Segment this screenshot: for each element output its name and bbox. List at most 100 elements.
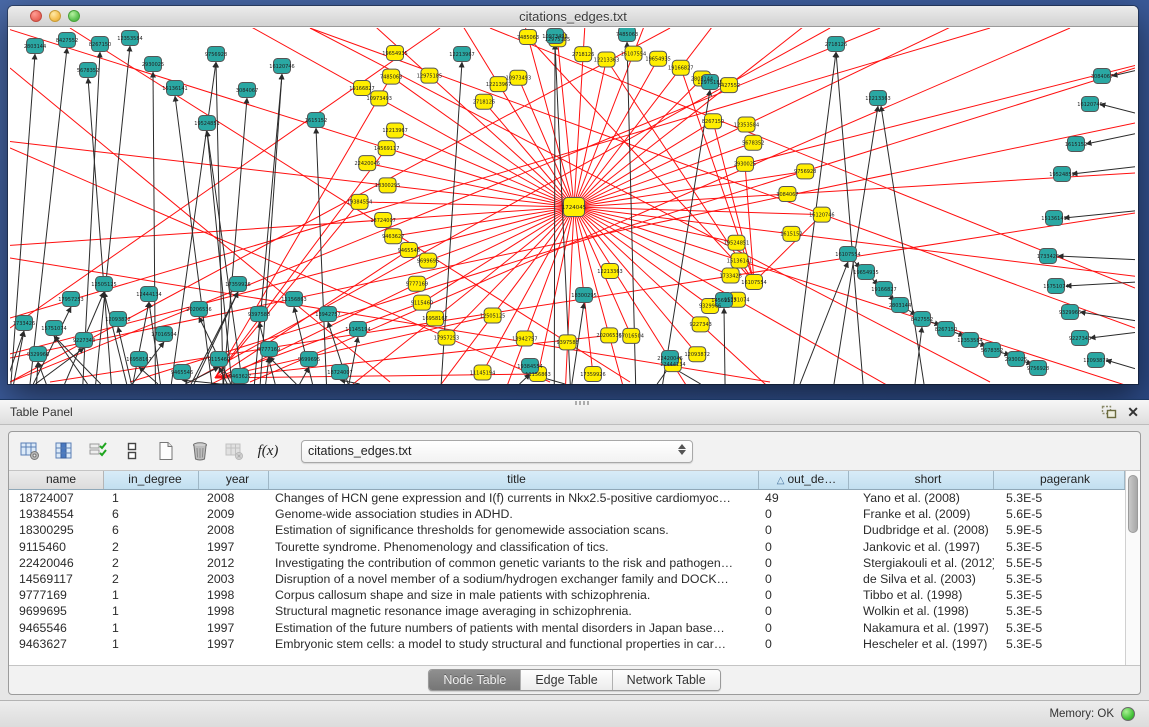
tab-edge-table[interactable]: Edge Table — [521, 670, 612, 690]
table-cell: 1997 — [199, 539, 269, 555]
table-row[interactable]: 1456911722003Disruption of a novel membe… — [9, 571, 1125, 587]
svg-text:17957253: 17957253 — [58, 297, 83, 303]
table-source-value: citations_edges.txt — [308, 444, 412, 458]
table-cell: Embryonic stem cells: a model to study s… — [269, 636, 759, 652]
table-row[interactable]: 1872400712008Changes of HCN gene express… — [9, 490, 1125, 506]
svg-text:19166827: 19166827 — [349, 86, 374, 92]
table-cell: 2 — [104, 539, 199, 555]
column-header-name[interactable]: name — [9, 471, 104, 489]
window-titlebar[interactable]: citations_edges.txt — [8, 6, 1138, 27]
column-header-title[interactable]: title — [269, 471, 759, 489]
minimize-window-button[interactable] — [49, 10, 61, 22]
column-header-in_degree[interactable]: in_degree — [104, 471, 199, 489]
node-table: namein_degreeyeartitle△out_de…shortpager… — [9, 470, 1140, 666]
desktop-background: citations_edges.txt 12213967 10973493 7485… — [0, 0, 1149, 727]
svg-text:2718126: 2718126 — [473, 99, 495, 105]
svg-text:1615152: 1615152 — [780, 232, 802, 238]
svg-text:8427552: 8427552 — [56, 38, 78, 44]
new-column-icon[interactable] — [151, 437, 181, 465]
table-cell: Genome-wide association studies in ADHD. — [269, 506, 759, 522]
table-cell: 49 — [759, 490, 849, 506]
svg-text:12213363: 12213363 — [865, 96, 890, 102]
svg-text:2803144: 2803144 — [24, 44, 46, 50]
stacked-squares-icon[interactable] — [117, 437, 147, 465]
table-cell: 5.3E-5 — [994, 636, 1125, 652]
table-cell: 5.6E-5 — [994, 506, 1125, 522]
function-builder-icon[interactable]: f(x) — [253, 437, 283, 465]
svg-text:12213967: 12213967 — [382, 128, 407, 134]
table-settings-icon[interactable] — [15, 437, 45, 465]
svg-text:12093872: 12093872 — [105, 317, 130, 323]
table-row[interactable]: 2242004622012Investigating the contribut… — [9, 555, 1125, 571]
svg-text:12213363: 12213363 — [597, 269, 622, 275]
svg-text:7485063: 7485063 — [517, 35, 539, 41]
table-cell: 1997 — [199, 620, 269, 636]
svg-text:18724007: 18724007 — [370, 218, 395, 224]
table-cell: Tibbo et al. (1998) — [849, 587, 994, 603]
delete-table-icon[interactable] — [219, 437, 249, 465]
svg-text:16107554: 16107554 — [621, 51, 646, 57]
table-cell: Investigating the contribution of common… — [269, 555, 759, 571]
table-panel: Table Panel ✕ — [0, 399, 1149, 700]
table-cell: 2008 — [199, 522, 269, 538]
table-cell: 9699695 — [9, 603, 104, 619]
svg-text:18300295: 18300295 — [375, 183, 400, 189]
close-panel-icon[interactable]: ✕ — [1127, 403, 1139, 421]
table-cell: 0 — [759, 522, 849, 538]
float-panel-icon[interactable] — [1101, 405, 1117, 419]
table-cell: 6 — [104, 522, 199, 538]
tab-network-table[interactable]: Network Table — [613, 670, 720, 690]
svg-text:9227343: 9227343 — [690, 322, 712, 328]
table-cell: 9465546 — [9, 620, 104, 636]
zoom-window-button[interactable] — [68, 10, 80, 22]
citation-network-graph[interactable]: 1221396710973493748506312975185271812612… — [10, 28, 1135, 384]
table-cell: Tourette syndrome. Phenomenology and cla… — [269, 539, 759, 555]
close-window-button[interactable] — [30, 10, 42, 22]
svg-text:13942757: 13942757 — [512, 336, 537, 342]
table-row[interactable]: 977716911998Corpus callosum shape and si… — [9, 587, 1125, 603]
tab-node-table[interactable]: Node Table — [429, 670, 521, 690]
table-cell: 6 — [104, 506, 199, 522]
memory-status-label: Memory: OK — [1049, 708, 1114, 720]
table-row[interactable]: 946554611997Estimation of the future num… — [9, 620, 1125, 636]
svg-text:15136141: 15136141 — [162, 86, 187, 92]
svg-text:3084067: 3084067 — [1091, 74, 1113, 80]
scrollbar-thumb[interactable] — [1128, 475, 1138, 533]
table-source-selector[interactable]: citations_edges.txt — [301, 440, 693, 463]
column-header-short[interactable]: short — [849, 471, 994, 489]
svg-text:10973493: 10973493 — [506, 76, 531, 82]
table-cell: 1 — [104, 603, 199, 619]
svg-text:11145194: 11145194 — [470, 370, 495, 376]
table-cell: 1 — [104, 490, 199, 506]
table-row[interactable]: 1938455462009Genome-wide association stu… — [9, 506, 1125, 522]
svg-text:19524851: 19524851 — [194, 121, 219, 127]
svg-text:19524851: 19524851 — [724, 241, 749, 247]
table-cell: 2009 — [199, 506, 269, 522]
svg-text:3084067: 3084067 — [236, 88, 258, 94]
table-row[interactable]: 911546021997Tourette syndrome. Phenomeno… — [9, 539, 1125, 555]
network-canvas[interactable]: 1221396710973493748506312975185271812612… — [10, 28, 1135, 384]
svg-text:9756928: 9756928 — [205, 52, 227, 58]
show-columns-icon[interactable] — [49, 437, 79, 465]
table-row[interactable]: 946362711997Embryonic stem cells: a mode… — [9, 636, 1125, 652]
panel-resize-grip[interactable] — [575, 401, 589, 405]
table-cell: 1998 — [199, 587, 269, 603]
svg-text:1615152: 1615152 — [305, 118, 327, 124]
svg-text:15751074: 15751074 — [41, 326, 66, 332]
svg-text:9699695: 9699695 — [298, 357, 320, 363]
select-columns-icon[interactable] — [83, 437, 113, 465]
svg-text:20206536: 20206536 — [596, 333, 621, 339]
table-row[interactable]: 1830029562008Estimation of significance … — [9, 522, 1125, 538]
table-row[interactable]: 969969511998Structural magnetic resonanc… — [9, 603, 1125, 619]
table-vertical-scrollbar[interactable] — [1125, 471, 1140, 665]
svg-text:2930025: 2930025 — [1005, 357, 1027, 363]
table-cell: Estimation of significance thresholds fo… — [269, 522, 759, 538]
table-cell: Nakamura et al. (1997) — [849, 620, 994, 636]
column-header-pagerank[interactable]: pagerank — [994, 471, 1125, 489]
column-header-out_de[interactable]: △out_de… — [759, 471, 849, 489]
table-cell: 2 — [104, 555, 199, 571]
delete-column-icon[interactable] — [185, 437, 215, 465]
svg-text:12213363: 12213363 — [594, 57, 619, 63]
column-header-year[interactable]: year — [199, 471, 269, 489]
table-cell: 1998 — [199, 603, 269, 619]
